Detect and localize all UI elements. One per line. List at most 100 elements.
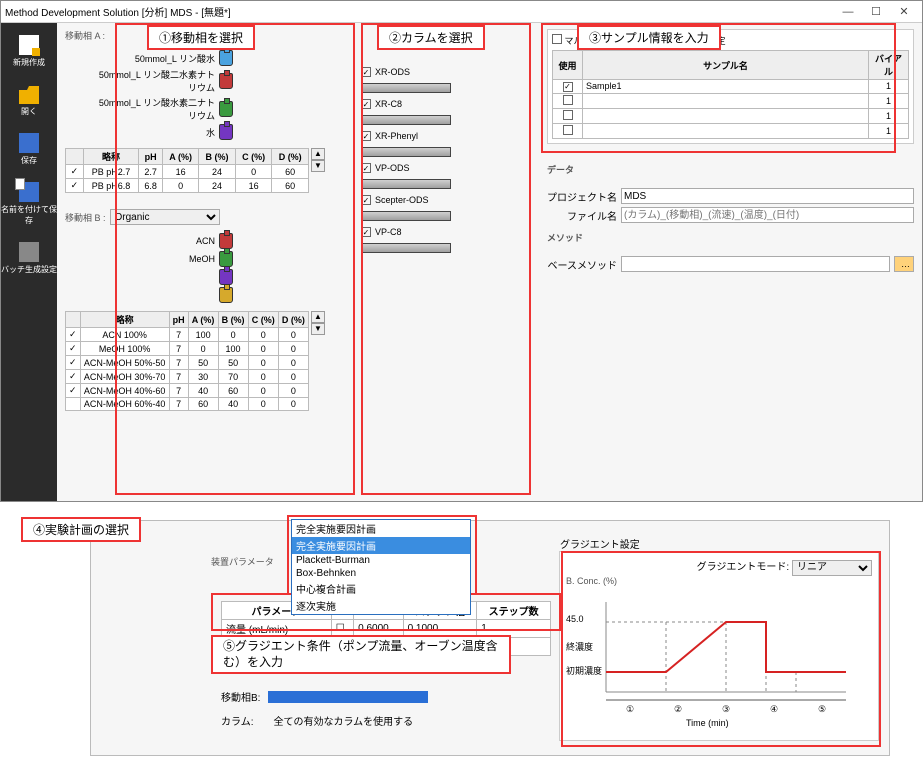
mp-a-solvents: 50mmol_L リン酸水 50mmol_L リン酸二水素ナトリウム 50mmo… <box>65 48 325 142</box>
solvent-label: 50mmol_L リン酸二水素ナトリウム <box>95 68 215 94</box>
column-item[interactable]: ✓ Scepter-ODS <box>361 195 541 205</box>
batch-icon <box>19 242 39 262</box>
solvent-row <box>95 269 325 285</box>
column-check-icon[interactable]: ✓ <box>361 67 371 77</box>
solvent-row: 50mmol_L リン酸二水素ナトリウム <box>95 68 325 94</box>
solvent-label: 50mmol_L リン酸水素二ナトリウム <box>95 96 215 122</box>
column-item[interactable]: ✓ XR-ODS <box>361 67 541 77</box>
mobile-b-bar[interactable] <box>268 691 428 703</box>
column-use-label: カラム: <box>221 713 253 728</box>
mp-b-table[interactable]: 略称pHA (%)B (%)C (%)D (%)✓ACN 100%7100000… <box>65 311 309 411</box>
solvent-row <box>95 287 325 303</box>
column-selection: ✓ XR-ODS ✓ XR-C8 ✓ XR-Phenyl ✓ VP-ODS ✓ … <box>331 29 541 495</box>
maximize-button[interactable]: ☐ <box>862 5 890 18</box>
project-label: プロジェクト名 <box>547 189 617 204</box>
right-panels: マルチバイアル サンプル毎に指定 使用サンプル名バイアル ✓ Sample1 1… <box>547 29 914 495</box>
bottle-icon[interactable] <box>219 269 233 285</box>
gradient-ylab: B. Conc. (%) <box>566 576 872 586</box>
doe-dropdown[interactable]: 完全実施要因計画完全実施要因計画Plackett-BurmanBox-Behnk… <box>291 519 471 615</box>
sidebar-item-saveas[interactable]: 名前を付けて保存 <box>1 176 57 236</box>
column-item[interactable]: ✓ XR-Phenyl <box>361 131 541 141</box>
gradient-chart: 45.0 終濃度 初期濃度 ①②③④⑤ Time (min) <box>566 592 856 712</box>
column-item[interactable]: ✓ XR-C8 <box>361 99 541 109</box>
table-row[interactable]: ✓ Sample1 1 <box>553 80 909 94</box>
sidebar-item-new[interactable]: 新規作成 <box>1 29 57 78</box>
callout-1: ①移動相を選択 <box>147 25 255 50</box>
column-cartridge-icon <box>361 211 451 221</box>
dropdown-option[interactable]: 完全実施要因計画 <box>292 537 470 554</box>
column-check-icon[interactable]: ✓ <box>361 99 371 109</box>
bottle-icon[interactable] <box>219 287 233 303</box>
grad-xtick: ④ <box>750 704 798 715</box>
callout-2: ②カラムを選択 <box>377 25 485 50</box>
project-input[interactable] <box>621 188 914 204</box>
column-item[interactable]: ✓ VP-C8 <box>361 227 541 237</box>
solvent-label: 水 <box>95 126 215 139</box>
table-row[interactable]: 1 <box>553 123 909 138</box>
bottle-icon[interactable] <box>219 124 233 140</box>
grad-xtick: ③ <box>702 704 750 715</box>
column-row: カラム: 全ての有効なカラムを使用する <box>221 713 413 728</box>
data-section: データ プロジェクト名 ファイル名 メソッド ベースメソッド … <box>547 152 914 276</box>
table-row[interactable]: 1 <box>553 108 909 123</box>
mp-b-spin[interactable]: ▲▼ <box>311 311 325 411</box>
column-check-icon[interactable]: ✓ <box>361 131 371 141</box>
new-icon <box>19 35 39 55</box>
column-cartridge-icon <box>361 115 451 125</box>
dropdown-option[interactable]: 中心複合計画 <box>292 580 470 597</box>
sidebar-label-saveas: 名前を付けて保存 <box>1 205 57 225</box>
column-item[interactable]: ✓ VP-ODS <box>361 163 541 173</box>
solvent-row: MeOH <box>95 251 325 267</box>
column-check-icon[interactable]: ✓ <box>361 163 371 173</box>
gradient-panel: グラジエント設定 グラジエントモード: リニア B. Conc. (%) <box>559 551 879 741</box>
column-check-icon[interactable]: ✓ <box>361 195 371 205</box>
bottle-icon[interactable] <box>219 50 233 66</box>
column-name: VP-ODS <box>375 163 410 173</box>
grad-ytick-start: 初期濃度 <box>566 664 602 677</box>
file-input[interactable] <box>621 207 914 223</box>
column-check-icon[interactable]: ✓ <box>361 227 371 237</box>
save-icon <box>19 133 39 153</box>
column-cartridge-icon <box>361 179 451 189</box>
solvent-label: ACN <box>95 236 215 246</box>
bottle-icon[interactable] <box>219 73 233 89</box>
dropdown-option[interactable]: Plackett-Burman <box>292 554 470 567</box>
gradient-heading: グラジエント設定 <box>560 536 640 551</box>
mp-a-spin[interactable]: ▲▼ <box>311 148 325 193</box>
close-button[interactable]: ✕ <box>890 5 918 18</box>
table-row[interactable]: 1 <box>553 93 909 108</box>
grad-xtick: ① <box>606 704 654 715</box>
dropdown-option[interactable]: Box-Behnken <box>292 567 470 580</box>
bottle-icon[interactable] <box>219 101 233 117</box>
sidebar-item-batch[interactable]: バッチ生成設定 <box>1 236 57 285</box>
sidebar: 新規作成 開く 保存 名前を付けて保存 バッチ生成設定 <box>1 23 57 501</box>
minimize-button[interactable]: — <box>834 6 862 18</box>
mp-b-solvents: ACN MeOH <box>65 231 325 305</box>
sidebar-item-save[interactable]: 保存 <box>1 127 57 176</box>
column-cartridge-icon <box>361 243 451 253</box>
grad-ytick-end: 終濃度 <box>566 640 593 653</box>
dropdown-option[interactable]: 完全実施要因計画 <box>292 520 470 537</box>
mp-a-table[interactable]: 略称pHA (%)B (%)C (%)D (%)✓PB pH2.72.71624… <box>65 148 309 193</box>
sidebar-item-open[interactable]: 開く <box>1 78 57 127</box>
gradient-mode-select[interactable]: リニア <box>792 560 872 576</box>
grad-xtick: ⑤ <box>798 704 846 715</box>
mp-b-select[interactable]: Organic <box>110 209 220 225</box>
bottle-icon[interactable] <box>219 233 233 249</box>
sample-table[interactable]: 使用サンプル名バイアル ✓ Sample1 1 1 1 1 <box>552 50 909 139</box>
mp-b-heading: 移動相 B : <box>65 211 106 224</box>
titlebar: Method Development Solution [分析] MDS - [… <box>1 1 922 23</box>
dropdown-option[interactable]: 逐次実施 <box>292 597 470 614</box>
callout-5: ⑤グラジエント条件（ポンプ流量、オーブン温度含む）を入力 <box>211 635 511 674</box>
column-name: XR-Phenyl <box>375 131 418 141</box>
saveas-icon <box>19 182 39 202</box>
method-heading: メソッド <box>547 231 914 244</box>
browse-button[interactable]: … <box>894 256 914 272</box>
grad-xtick: ② <box>654 704 702 715</box>
sidebar-label-save: 保存 <box>21 156 37 165</box>
base-method-input[interactable] <box>621 256 890 272</box>
bottle-icon[interactable] <box>219 251 233 267</box>
content-area: ①移動相を選択 ②カラムを選択 ③サンプル情報を入力 移動相 A : 50mmo… <box>57 23 922 501</box>
gradient-mode-label: グラジエントモード: <box>697 562 790 573</box>
callout-3: ③サンプル情報を入力 <box>577 25 721 50</box>
